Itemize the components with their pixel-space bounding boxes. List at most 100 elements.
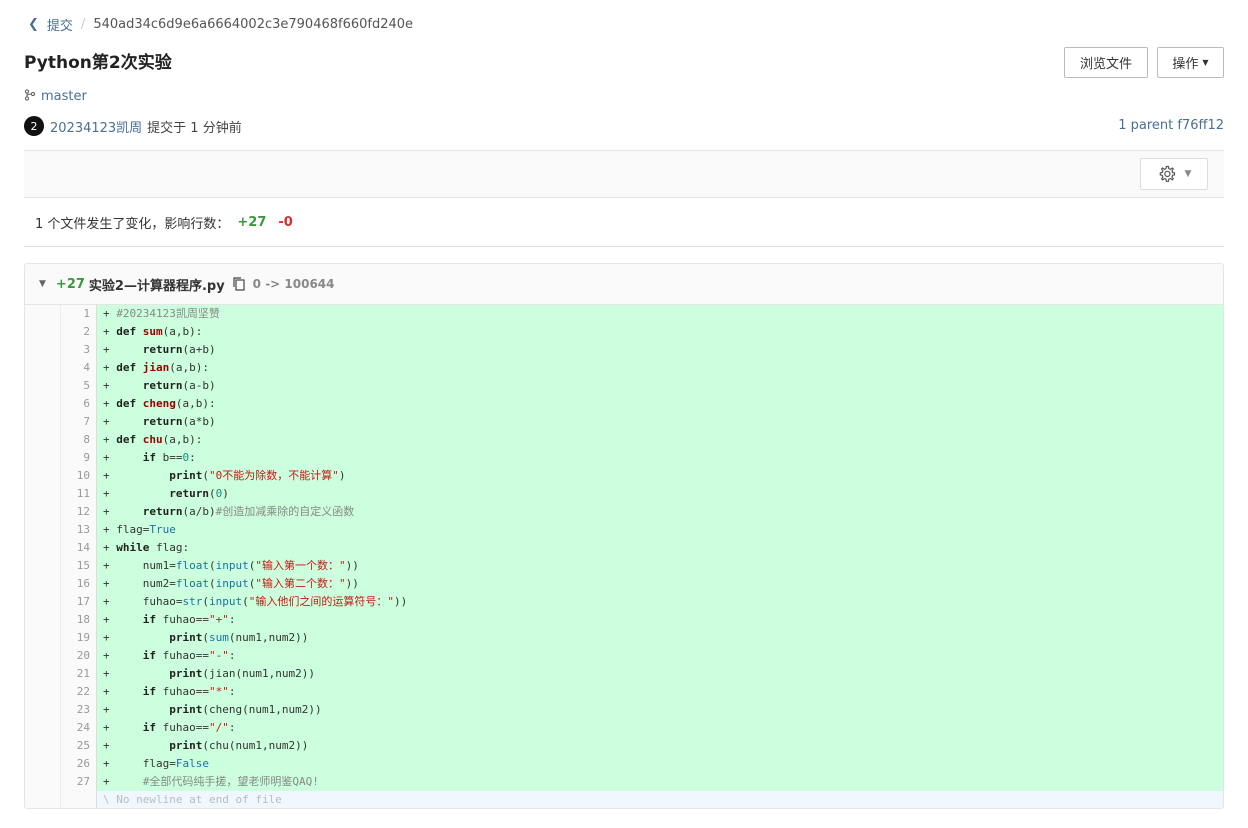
line-content: + flag=True [97, 521, 1223, 539]
diff-line: 20 + if fuhao=="-": [25, 647, 1223, 665]
file-name: 实验2—计算器程序.py [88, 278, 225, 294]
line-content: + #20234123凯周坚赞 [97, 305, 1223, 323]
old-line-number [25, 683, 61, 701]
new-line-number[interactable]: 25 [61, 737, 97, 755]
new-line-number[interactable]: 21 [61, 665, 97, 683]
avatar[interactable]: 2 [24, 116, 44, 136]
line-content: + if fuhao=="-": [97, 647, 1223, 665]
diff-line: 7 + return(a*b) [25, 413, 1223, 431]
old-line-number [25, 539, 61, 557]
branch-name[interactable]: master [41, 89, 87, 104]
new-line-number[interactable]: 27 [61, 773, 97, 791]
new-line-number[interactable]: 19 [61, 629, 97, 647]
line-content: + return(a-b) [97, 377, 1223, 395]
new-line-number[interactable]: 4 [61, 359, 97, 377]
caret-down-icon: ▼ [1202, 58, 1209, 67]
diff-line: 13 + flag=True [25, 521, 1223, 539]
line-content: + print(jian(num1,num2)) [97, 665, 1223, 683]
line-content: + return(a*b) [97, 413, 1223, 431]
breadcrumb-commits-link[interactable]: 提交 [47, 15, 73, 34]
diff-line: 5 + return(a-b) [25, 377, 1223, 395]
branch-info: master [24, 89, 87, 104]
old-line-number [25, 467, 61, 485]
new-line-number[interactable]: 26 [61, 755, 97, 773]
line-content: + if b==0: [97, 449, 1223, 467]
new-line-number[interactable]: 23 [61, 701, 97, 719]
diff-line: 17 + fuhao=str(input("输入他们之间的运算符号：")) [25, 593, 1223, 611]
new-line-number[interactable]: 15 [61, 557, 97, 575]
old-line-number [25, 773, 61, 791]
old-line-number [25, 755, 61, 773]
new-line-number[interactable]: 5 [61, 377, 97, 395]
diff-line: 21 + print(jian(num1,num2)) [25, 665, 1223, 683]
line-content: + if fuhao=="*": [97, 683, 1223, 701]
diff-line: 1 + #20234123凯周坚赞 [25, 305, 1223, 323]
diff-line: 2 + def sum(a,b): [25, 323, 1223, 341]
diff-line: 3 + return(a+b) [25, 341, 1223, 359]
line-content: + num1=float(input("输入第一个数：")) [97, 557, 1223, 575]
file-lines-added: +27 [55, 276, 85, 292]
diff-line: 18 + if fuhao=="+": [25, 611, 1223, 629]
diff-line: 15 + num1=float(input("输入第一个数：")) [25, 557, 1223, 575]
diff-line: 19 + print(sum(num1,num2)) [25, 629, 1223, 647]
new-line-number[interactable]: 24 [61, 719, 97, 737]
commit-author: 2 20234123凯周 提交于 1 分钟前 [24, 116, 242, 136]
new-line-number[interactable]: 16 [61, 575, 97, 593]
breadcrumb: ❮ 提交 / 540ad34c6d9e6a6664002c3e790468f66… [28, 15, 413, 34]
caret-down-icon: ▼ [1184, 169, 1192, 179]
line-content: + flag=False [97, 755, 1223, 773]
old-line-number [25, 575, 61, 593]
new-line-number[interactable]: 20 [61, 647, 97, 665]
diff-line: 14 + while flag: [25, 539, 1223, 557]
new-line-number[interactable]: 12 [61, 503, 97, 521]
author-name[interactable]: 20234123凯周 [50, 117, 142, 136]
old-line-number [25, 359, 61, 377]
diff-line: 22 + if fuhao=="*": [25, 683, 1223, 701]
new-line-number[interactable]: 14 [61, 539, 97, 557]
new-line-number[interactable]: 11 [61, 485, 97, 503]
file-header[interactable]: ▼ +27 实验2—计算器程序.py 0 -> 100644 [25, 264, 1223, 305]
old-line-number [25, 647, 61, 665]
copy-icon[interactable] [233, 277, 245, 291]
chevron-left-icon[interactable]: ❮ [28, 17, 39, 32]
no-newline-notice: \ No newline at end of file [97, 791, 1223, 808]
new-line-number[interactable]: 9 [61, 449, 97, 467]
old-line-number [25, 791, 61, 808]
new-line-number [61, 791, 97, 808]
new-line-number[interactable]: 18 [61, 611, 97, 629]
lines-removed: -0 [278, 215, 293, 230]
new-line-number[interactable]: 2 [61, 323, 97, 341]
new-line-number[interactable]: 13 [61, 521, 97, 539]
new-line-number[interactable]: 8 [61, 431, 97, 449]
branch-icon [24, 89, 36, 104]
diff-summary: 1 个文件发生了变化，影响行数： +27 -0 [35, 213, 293, 232]
old-line-number [25, 737, 61, 755]
breadcrumb-separator: / [80, 17, 86, 32]
collapse-triangle-icon[interactable]: ▼ [39, 279, 46, 289]
new-line-number[interactable]: 3 [61, 341, 97, 359]
new-line-number[interactable]: 10 [61, 467, 97, 485]
diff-line: 9 + if b==0: [25, 449, 1223, 467]
old-line-number [25, 521, 61, 539]
diff-line: 4 + def jian(a,b): [25, 359, 1223, 377]
settings-dropdown[interactable]: ▼ [1140, 158, 1208, 190]
diff-line: 23 + print(cheng(num1,num2)) [25, 701, 1223, 719]
new-line-number[interactable]: 22 [61, 683, 97, 701]
diff-line: 6 + def cheng(a,b): [25, 395, 1223, 413]
new-line-number[interactable]: 6 [61, 395, 97, 413]
new-line-number[interactable]: 1 [61, 305, 97, 323]
old-line-number [25, 557, 61, 575]
old-line-number [25, 377, 61, 395]
operations-button[interactable]: 操作 ▼ [1157, 47, 1224, 78]
new-line-number[interactable]: 7 [61, 413, 97, 431]
new-line-number[interactable]: 17 [61, 593, 97, 611]
line-content: + return(a+b) [97, 341, 1223, 359]
old-line-number [25, 431, 61, 449]
browse-files-button[interactable]: 浏览文件 [1064, 47, 1148, 78]
old-line-number [25, 485, 61, 503]
operations-label: 操作 [1172, 57, 1199, 72]
old-line-number [25, 593, 61, 611]
line-content: + if fuhao=="/": [97, 719, 1223, 737]
parent-commit-link[interactable]: 1 parent f76ff12 [1118, 118, 1224, 133]
old-line-number [25, 395, 61, 413]
